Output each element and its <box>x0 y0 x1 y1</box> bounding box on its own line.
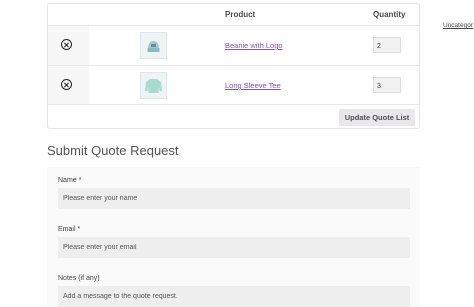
quote-request-form: Name * Email * Notes (if any) <box>47 167 420 307</box>
remove-item-icon[interactable] <box>61 79 72 90</box>
remove-cell <box>48 66 89 105</box>
product-link[interactable]: Long Sleeve Tee <box>225 81 281 90</box>
quote-list-table: Product Quantity Beanie with Logo Long S… <box>47 3 420 129</box>
product-link[interactable]: Beanie with Logo <box>225 41 283 50</box>
email-field[interactable] <box>58 237 410 258</box>
quantity-input[interactable] <box>373 77 401 93</box>
product-thumbnail[interactable] <box>140 72 167 99</box>
remove-item-icon[interactable] <box>61 39 72 50</box>
name-field[interactable] <box>58 188 410 209</box>
table-row: Beanie with Logo <box>48 25 419 66</box>
email-label: Email * <box>58 226 81 233</box>
product-thumbnail[interactable] <box>140 32 167 59</box>
table-actions-row: Update Quote List <box>48 104 419 129</box>
remove-cell <box>48 26 89 66</box>
beanie-icon <box>147 41 160 52</box>
notes-field[interactable] <box>58 286 410 307</box>
category-link[interactable]: Uncategor <box>443 22 473 29</box>
quantity-column-header: Quantity <box>373 10 406 19</box>
quantity-input[interactable] <box>373 37 401 53</box>
long-sleeve-tee-icon <box>145 79 162 93</box>
table-row: Long Sleeve Tee <box>48 65 419 105</box>
section-title: Submit Quote Request <box>47 143 179 158</box>
name-label: Name * <box>58 177 82 184</box>
product-column-header: Product <box>225 10 256 19</box>
notes-label: Notes (if any) <box>58 275 100 282</box>
update-quote-list-button[interactable]: Update Quote List <box>339 109 415 126</box>
